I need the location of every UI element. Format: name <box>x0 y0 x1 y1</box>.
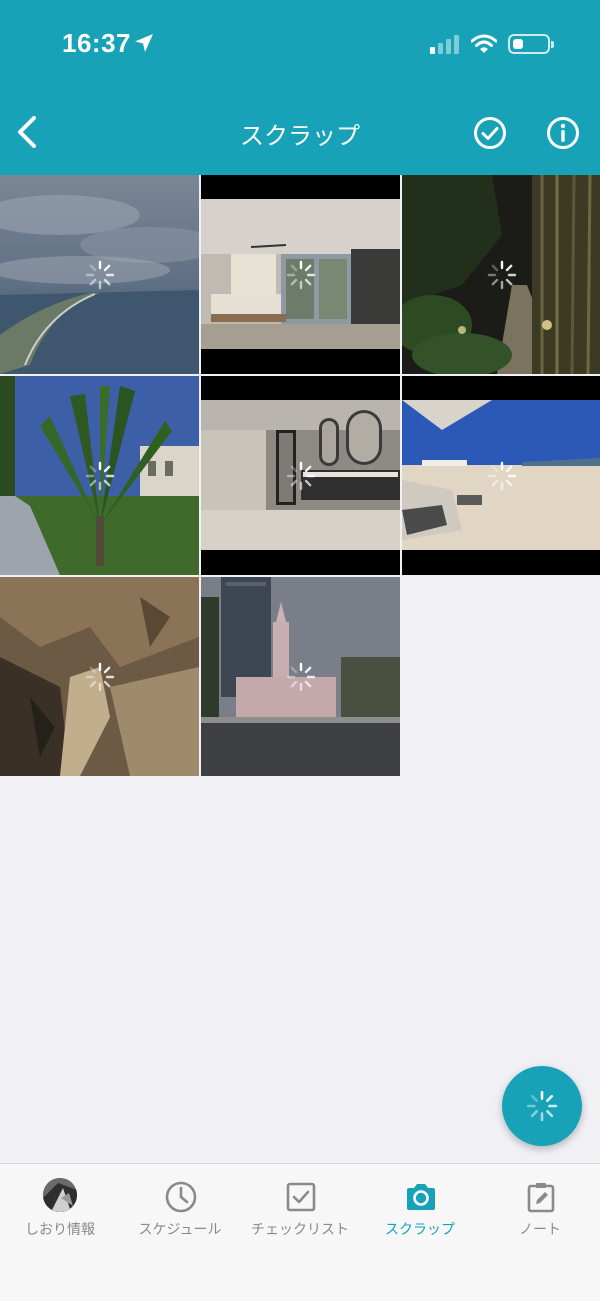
app-header: 16:37 スクラップ <box>0 0 600 175</box>
checkbox-icon <box>286 1182 316 1212</box>
loading-spinner-icon <box>85 461 114 490</box>
loading-spinner-icon <box>286 662 315 691</box>
photo-tile-church[interactable] <box>201 577 400 776</box>
tab-shiori-info[interactable]: しおり情報 <box>0 1164 120 1264</box>
cellular-signal-icon <box>430 35 459 54</box>
loading-spinner-icon <box>487 461 516 490</box>
loading-spinner-icon <box>487 260 516 289</box>
photo-tile-beach[interactable] <box>402 376 600 575</box>
page-title: スクラップ <box>240 122 360 150</box>
check-circle-icon[interactable] <box>473 116 507 150</box>
clock-icon <box>165 1181 197 1213</box>
avatar-icon <box>43 1178 77 1212</box>
camera-icon <box>407 1184 435 1210</box>
photo-tile-palm[interactable] <box>0 376 199 575</box>
loading-spinner-icon <box>526 1090 558 1122</box>
tab-label: スケジュール <box>138 1222 222 1238</box>
photo-tile-bedroom[interactable] <box>201 175 400 374</box>
note-edit-icon <box>527 1183 555 1213</box>
wifi-icon <box>471 34 497 53</box>
loading-spinner-icon <box>85 662 114 691</box>
tab-schedule[interactable]: スケジュール <box>120 1164 240 1264</box>
photo-tile-bathroom[interactable] <box>201 376 400 575</box>
loading-spinner-icon <box>85 260 114 289</box>
bottom-tab-bar: しおり情報 スケジュール チェックリスト スクラップ ノート <box>0 1163 600 1301</box>
loading-spinner-icon <box>286 461 315 490</box>
battery-icon <box>508 34 554 54</box>
add-scrap-fab-button[interactable] <box>502 1066 582 1146</box>
tab-note[interactable]: ノート <box>480 1164 600 1264</box>
tab-label: しおり情報 <box>25 1222 95 1238</box>
photo-tile-coast[interactable] <box>0 175 199 374</box>
tab-scrap[interactable]: スクラップ <box>360 1164 480 1264</box>
tab-label: ノート <box>519 1222 561 1238</box>
location-arrow-icon <box>135 34 153 52</box>
loading-spinner-icon <box>286 260 315 289</box>
photo-tile-cave[interactable] <box>0 577 199 776</box>
tab-label: チェックリスト <box>251 1222 349 1238</box>
tab-checklist[interactable]: チェックリスト <box>240 1164 360 1264</box>
tab-label: スクラップ <box>385 1222 455 1238</box>
photo-tile-bamboo-path[interactable] <box>402 175 600 374</box>
status-time: 16:37 <box>62 28 131 58</box>
info-icon[interactable] <box>546 116 580 150</box>
